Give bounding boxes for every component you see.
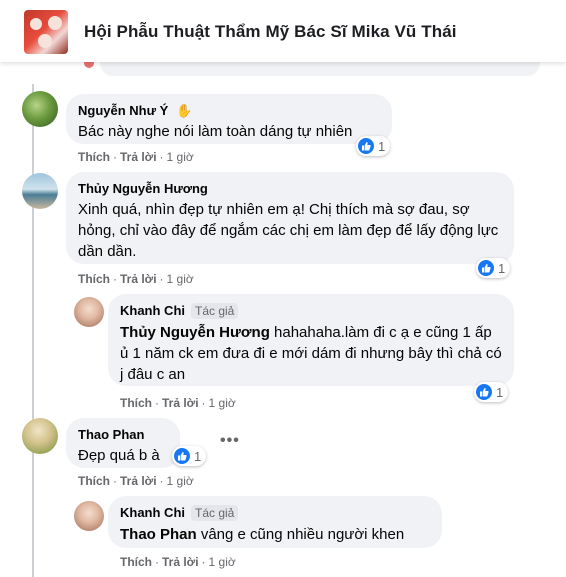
- author-badge: Tác giả: [191, 303, 239, 319]
- timestamp[interactable]: 1 giờ: [209, 555, 236, 569]
- like-link[interactable]: Thích: [78, 272, 110, 286]
- avatar[interactable]: [22, 173, 58, 209]
- wave-hand-icon: ✋: [175, 103, 193, 118]
- avatar[interactable]: [22, 91, 58, 127]
- like-link[interactable]: Thích: [78, 474, 110, 488]
- reaction-count[interactable]: 1: [474, 382, 509, 402]
- comment-author[interactable]: Thủy Nguyễn Hương: [78, 180, 502, 197]
- timestamp[interactable]: 1 giờ: [167, 150, 194, 164]
- thread-line: [32, 84, 34, 577]
- reply-link[interactable]: Trả lời: [162, 555, 199, 569]
- comment-text: Đẹp quá b à: [78, 447, 160, 464]
- comment-author[interactable]: Khanh Chi: [120, 505, 185, 520]
- comment-actions: Thích · Trả lời · 1 giờ: [78, 272, 194, 286]
- avatar[interactable]: [74, 297, 104, 327]
- reply-link[interactable]: Trả lời: [120, 272, 157, 286]
- like-reaction-icon: [478, 260, 494, 276]
- author-badge: Tác giả: [191, 505, 239, 521]
- timestamp[interactable]: 1 giờ: [167, 474, 194, 488]
- like-link[interactable]: Thích: [120, 555, 152, 569]
- mention-link[interactable]: Thủy Nguyễn Hương: [120, 324, 270, 341]
- reply-link[interactable]: Trả lời: [162, 396, 199, 410]
- group-title[interactable]: Hội Phẫu Thuật Thẩm Mỹ Bác Sĩ Mika Vũ Th…: [84, 22, 457, 42]
- comment-actions: Thích · Trả lời · 1 giờ: [120, 396, 236, 410]
- comment-bubble: Thủy Nguyễn Hương Xinh quá, nhìn đẹp tự …: [66, 172, 514, 264]
- more-options-button[interactable]: •••: [220, 432, 240, 450]
- like-reaction-icon: [358, 138, 374, 154]
- comment-bubble: Thao Phan Đẹp quá b à: [66, 418, 180, 468]
- like-link[interactable]: Thích: [78, 150, 110, 164]
- comment-actions: Thích · Trả lời · 1 giờ: [78, 150, 194, 164]
- like-reaction-icon: [476, 384, 492, 400]
- group-avatar[interactable]: [24, 10, 68, 54]
- reaction-count[interactable]: 1: [356, 136, 391, 156]
- comment-author[interactable]: Nguyễn Như Ý: [78, 103, 168, 118]
- avatar[interactable]: [22, 418, 58, 454]
- comment-bubble: Khanh Chi Tác giả Thủy Nguyễn Hương hahah…: [108, 294, 514, 386]
- comment-bubble: Khanh Chi Tác giả Thao Phan vâng e cũng n…: [108, 496, 442, 548]
- like-link[interactable]: Thích: [120, 396, 152, 410]
- comment-author[interactable]: Khanh Chi: [120, 303, 185, 318]
- comment-author[interactable]: Thao Phan: [78, 426, 168, 443]
- like-reaction-icon: [174, 448, 190, 464]
- mention-link[interactable]: Thao Phan: [120, 526, 197, 543]
- comment-bubble: Nguyễn Như Ý ✋ Bác này nghe nói làm toàn…: [66, 94, 392, 144]
- group-header: Hội Phẫu Thuật Thẩm Mỹ Bác Sĩ Mika Vũ Th…: [0, 0, 566, 62]
- timestamp[interactable]: 1 giờ: [167, 272, 194, 286]
- reaction-count[interactable]: 1: [172, 446, 207, 466]
- avatar[interactable]: [74, 501, 104, 531]
- comment-text: Xinh quá, nhìn đẹp tự nhiên em ạ! Chị th…: [78, 201, 499, 260]
- comment-text: vâng e cũng nhiều người khen: [196, 526, 405, 543]
- reply-link[interactable]: Trả lời: [120, 150, 157, 164]
- timestamp[interactable]: 1 giờ: [209, 396, 236, 410]
- comment-actions: Thích · Trả lời · 1 giờ: [120, 555, 236, 569]
- comment-text: Bác này nghe nói làm toàn dáng tự nhiên: [78, 123, 353, 140]
- reply-link[interactable]: Trả lời: [120, 474, 157, 488]
- comment-actions: Thích · Trả lời · 1 giờ: [78, 474, 194, 488]
- reaction-count[interactable]: 1: [476, 258, 511, 278]
